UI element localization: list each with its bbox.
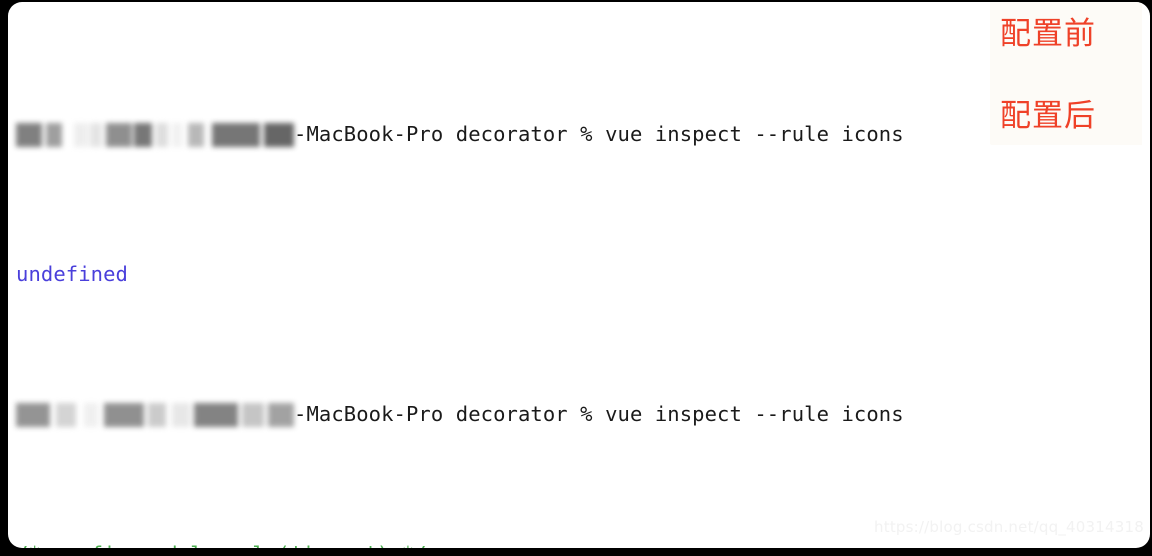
code-comment-header: /* config.module.rule('icons') */	[8, 540, 1150, 548]
terminal-prompt-text-2: -MacBook-Pro decorator %	[294, 402, 606, 426]
screenshot-root: -MacBook-Pro decorator % vue inspect --r…	[0, 0, 1152, 556]
terminal-prompt-line-2: -MacBook-Pro decorator % vue inspect --r…	[8, 400, 1150, 428]
terminal-undefined-line: undefined	[8, 260, 1150, 288]
redacted-host-block-1	[16, 123, 294, 147]
code-comment-header-text: /* config.module.rule('icons') */	[16, 542, 427, 548]
annotation-panel: 配置前 配置后	[990, 2, 1142, 145]
csdn-watermark: https://blog.csdn.net/qq_40314318	[874, 518, 1144, 536]
redacted-host-block-2	[16, 403, 294, 427]
terminal-prompt-text-1: -MacBook-Pro decorator %	[294, 122, 606, 146]
terminal-command-2: vue inspect --rule icons	[605, 402, 904, 426]
annotation-after-config: 配置后	[1000, 98, 1096, 134]
terminal-output: -MacBook-Pro decorator % vue inspect --r…	[8, 2, 1150, 548]
terminal-command-1: vue inspect --rule icons	[605, 122, 904, 146]
annotation-before-config: 配置前	[1000, 16, 1096, 52]
terminal-card: -MacBook-Pro decorator % vue inspect --r…	[8, 2, 1150, 548]
undefined-output: undefined	[16, 262, 128, 286]
terminal-prompt-line-1: -MacBook-Pro decorator % vue inspect --r…	[8, 120, 1150, 148]
